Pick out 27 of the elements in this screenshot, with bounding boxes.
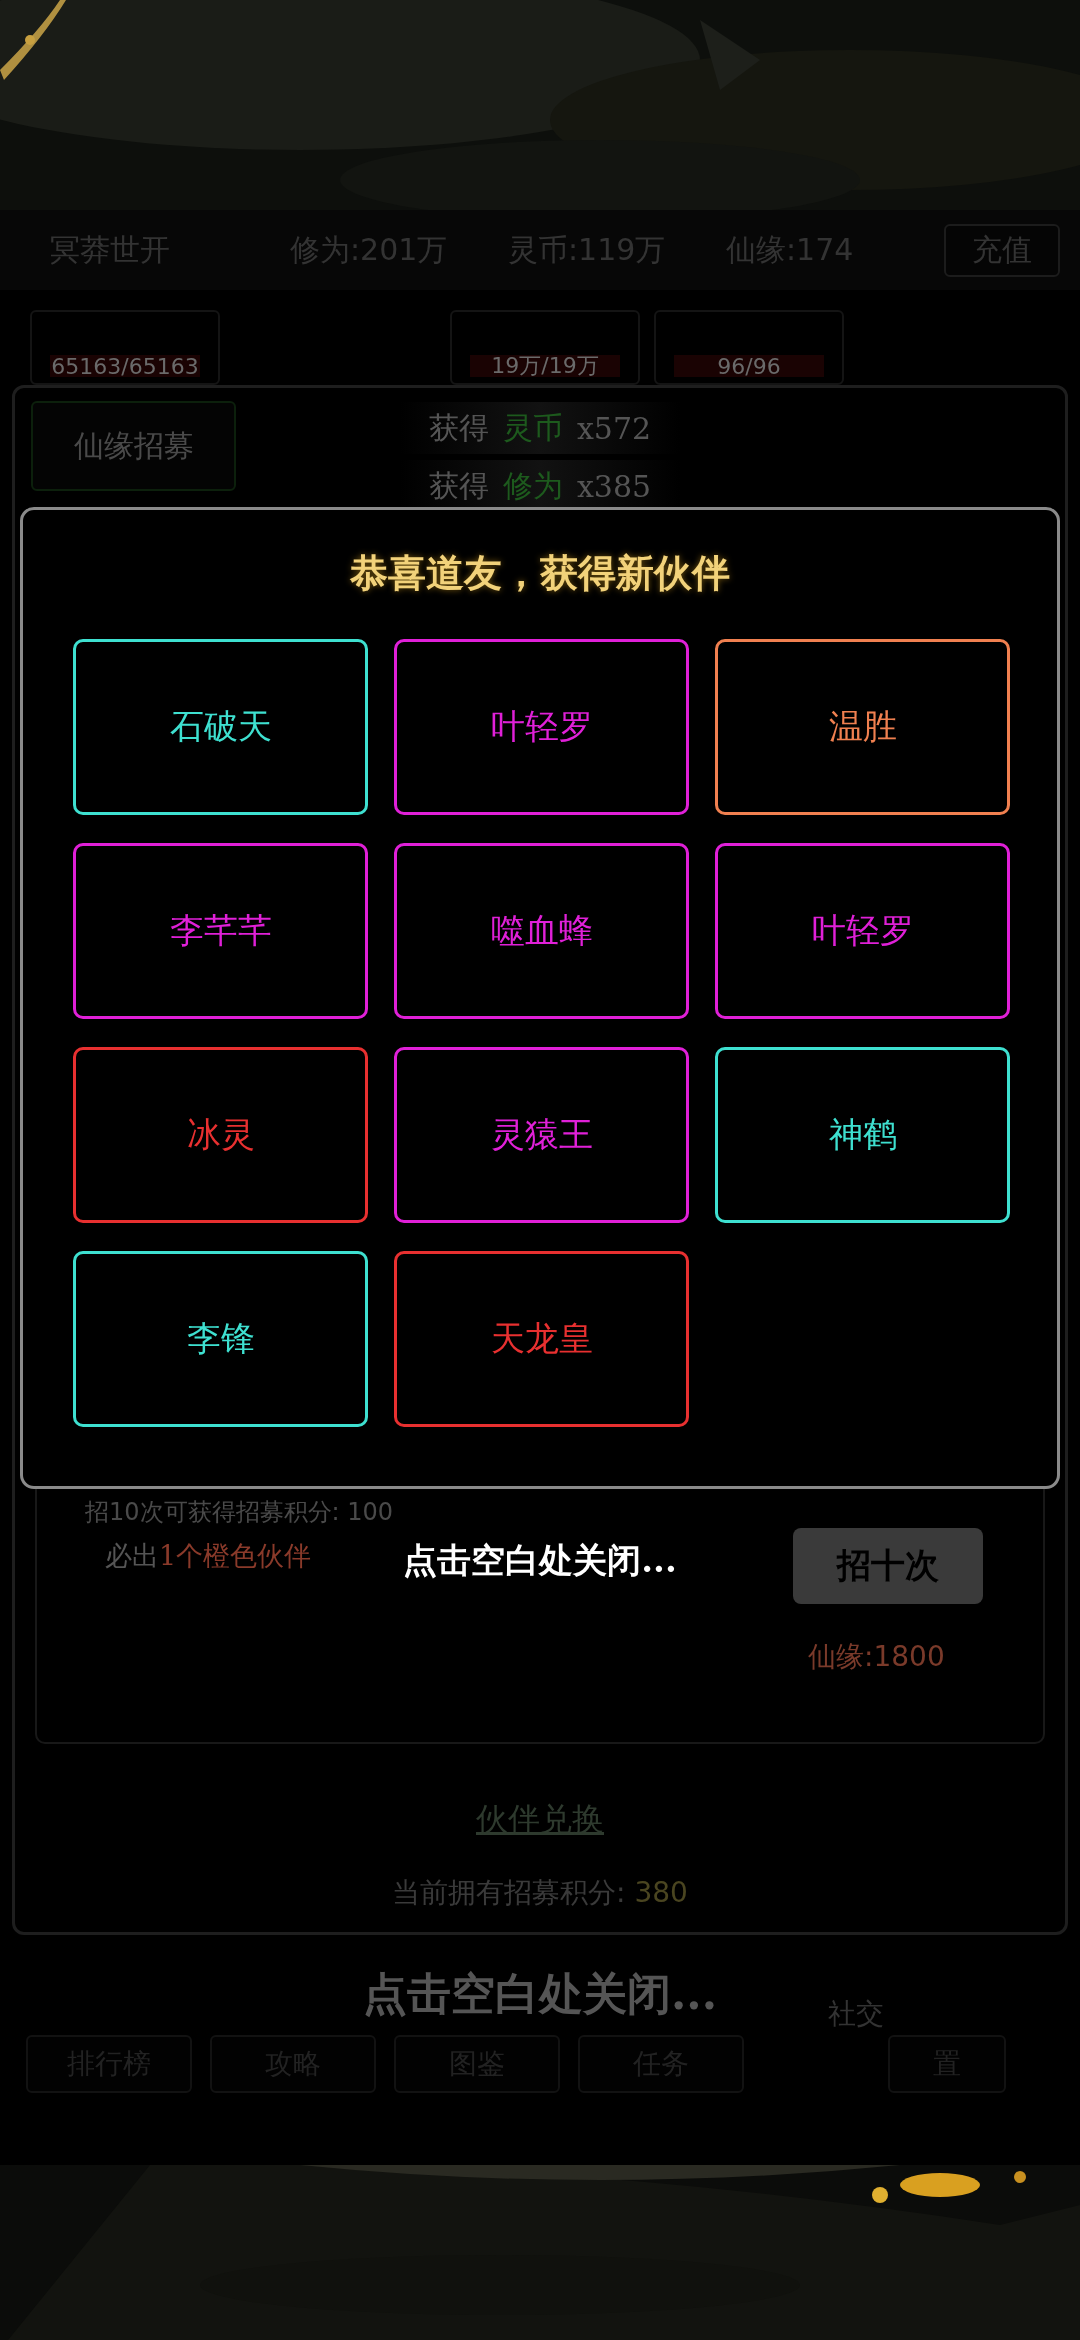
partner-card[interactable]: 石破天 bbox=[73, 639, 368, 815]
partner-card[interactable]: 冰灵 bbox=[73, 1047, 368, 1223]
partner-card[interactable]: 噬血蜂 bbox=[394, 843, 689, 1019]
reward-label: 获得 bbox=[428, 408, 489, 447]
recruit-cost: 仙缘:1800 bbox=[808, 1639, 945, 1675]
partner-card[interactable]: 神鹤 bbox=[715, 1047, 1010, 1223]
resource-value: 19万/19万 bbox=[491, 352, 599, 380]
resource-value: 96/96 bbox=[717, 353, 781, 379]
modal-title: 恭喜道友，获得新伙伴 bbox=[349, 549, 731, 597]
reward-item: 灵币 bbox=[502, 408, 563, 447]
partner-card[interactable]: 灵猿王 bbox=[394, 1047, 689, 1223]
partner-card[interactable]: 叶轻罗 bbox=[394, 639, 689, 815]
partner-card[interactable]: 天龙皇 bbox=[394, 1251, 689, 1427]
recruit-info: 招10次可获得招募积分: 100 bbox=[85, 1497, 394, 1528]
reward-item: 修为 bbox=[502, 466, 563, 505]
guarantee-text: 必出 1个橙色伙伴 bbox=[105, 1539, 312, 1573]
partner-card[interactable]: 李芊芊 bbox=[73, 843, 368, 1019]
reward-amount: x572 bbox=[576, 410, 652, 446]
reward-amount: x385 bbox=[576, 468, 652, 504]
partner-card[interactable]: 李锋 bbox=[73, 1251, 368, 1427]
partner-card[interactable]: 温胜 bbox=[715, 639, 1010, 815]
resource-value: 65163/65163 bbox=[51, 353, 199, 379]
reward-label: 获得 bbox=[428, 466, 489, 505]
close-hint: 点击空白处关闭... bbox=[403, 1539, 677, 1582]
partner-card[interactable]: 叶轻罗 bbox=[715, 843, 1010, 1019]
points-text: 当前拥有招募积分: 380 bbox=[391, 1875, 689, 1911]
close-hint: 点击空白处关闭... bbox=[363, 1967, 717, 2021]
